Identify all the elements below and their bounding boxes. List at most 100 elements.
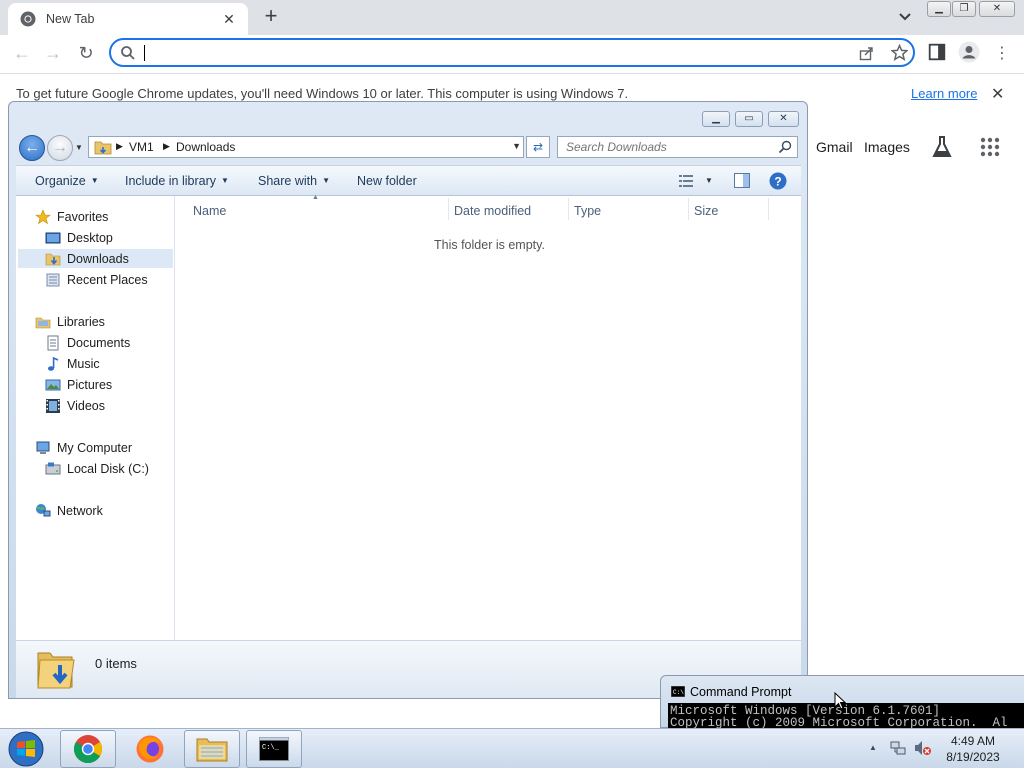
labs-flask-icon[interactable] (931, 135, 953, 159)
music-note-icon (48, 356, 59, 371)
item-count: 0 items (95, 656, 137, 671)
explorer-maximize-button[interactable]: ▭ (735, 111, 763, 127)
nav-pictures[interactable]: Pictures (45, 375, 112, 394)
network-icon (36, 503, 51, 516)
include-in-library-button[interactable]: Include in library ▼ (125, 174, 229, 188)
view-dropdown-icon[interactable]: ▼ (705, 176, 713, 185)
desktop-icon (45, 232, 61, 243)
organize-label: Organize (35, 174, 86, 188)
downloads-folder-icon (45, 253, 61, 265)
reload-icon[interactable]: ↻ (74, 41, 98, 65)
organize-button[interactable]: Organize ▼ (35, 174, 99, 188)
new-folder-button[interactable]: New folder (357, 174, 417, 188)
breadcrumb-separator-icon[interactable]: ▶ (163, 141, 170, 152)
chrome-toolbar: ← → ↻ ⋮ (0, 35, 1024, 71)
explorer-address-bar[interactable]: ▶ VM1 ▶ Downloads ▼ (88, 136, 524, 158)
tab-search-icon[interactable] (896, 8, 914, 26)
side-panel-icon[interactable] (928, 43, 946, 61)
nav-label: Documents (67, 335, 131, 350)
nav-label: Desktop (67, 230, 113, 245)
taskbar-firefox[interactable] (122, 730, 178, 768)
column-divider[interactable] (448, 198, 449, 220)
recent-places-icon (46, 273, 60, 286)
nav-network[interactable]: Network (35, 501, 103, 520)
file-list-pane[interactable]: ▲ Name Date modified Type Size This fold… (175, 194, 801, 640)
column-header-date-modified[interactable]: Date modified (454, 204, 531, 218)
chrome-icon (73, 735, 102, 764)
taskbar-command-prompt[interactable]: C:\_ (246, 730, 302, 768)
nav-downloads[interactable]: Downloads (18, 249, 173, 268)
nav-local-disk[interactable]: Local Disk (C:) (45, 459, 149, 478)
explorer-folder-icon (196, 738, 228, 762)
infobar-close-icon[interactable]: ✕ (991, 84, 1004, 104)
explorer-close-button[interactable]: ✕ (768, 111, 799, 127)
nav-music[interactable]: Music (45, 354, 100, 373)
omnibox-input[interactable] (143, 43, 843, 62)
share-with-button[interactable]: Share with ▼ (258, 174, 330, 188)
profile-avatar-icon[interactable] (958, 41, 980, 63)
column-header-type[interactable]: Type (574, 204, 601, 218)
explorer-forward-button[interactable]: → (47, 135, 73, 161)
address-dropdown-icon[interactable]: ▼ (512, 141, 521, 151)
nav-documents[interactable]: Documents (45, 333, 130, 352)
chrome-menu-icon[interactable]: ⋮ (990, 41, 1014, 65)
forward-icon[interactable]: → (41, 41, 65, 65)
view-options-icon[interactable] (679, 175, 693, 187)
google-apps-icon[interactable] (980, 137, 1000, 157)
magnifier-icon[interactable] (778, 140, 792, 154)
explorer-back-button[interactable]: ← (19, 135, 45, 161)
share-icon[interactable] (859, 45, 875, 61)
svg-text:?: ? (774, 175, 781, 189)
new-tab-button[interactable]: + (259, 5, 283, 29)
start-button-icon[interactable] (6, 730, 46, 768)
images-link[interactable]: Images (864, 139, 910, 155)
column-header-name[interactable]: Name (193, 204, 226, 218)
folder-icon (94, 141, 112, 155)
nav-label: My Computer (57, 440, 133, 455)
libraries-icon (35, 317, 51, 328)
nav-favorites[interactable]: Favorites (35, 207, 108, 226)
help-icon[interactable]: ? (769, 172, 787, 190)
downloads-folder-large-icon (37, 652, 75, 689)
nav-my-computer[interactable]: My Computer (35, 438, 132, 457)
column-divider[interactable] (568, 198, 569, 220)
column-divider[interactable] (688, 198, 689, 220)
back-icon[interactable]: ← (10, 41, 34, 65)
network-tray-icon[interactable] (890, 740, 906, 756)
column-divider[interactable] (768, 198, 769, 220)
share-label: Share with (258, 174, 318, 188)
taskbar-clock[interactable]: 4:49 AM 8/19/2023 (940, 733, 1006, 765)
omnibox[interactable] (109, 38, 915, 67)
breadcrumb-downloads[interactable]: Downloads (176, 140, 235, 154)
column-header-size[interactable]: Size (694, 204, 718, 218)
volume-muted-icon[interactable] (914, 740, 932, 756)
recent-pages-dropdown-icon[interactable]: ▼ (75, 143, 83, 152)
breadcrumb-separator-icon[interactable]: ▶ (116, 141, 123, 152)
explorer-minimize-button[interactable]: ▁ (702, 111, 730, 127)
pictures-icon (45, 379, 61, 390)
tab-close-icon[interactable]: ✕ (220, 11, 238, 28)
explorer-refresh-icon[interactable]: ⇄ (526, 136, 550, 158)
nav-libraries[interactable]: Libraries (35, 312, 105, 331)
taskbar-explorer[interactable] (184, 730, 240, 768)
show-hidden-icons-icon[interactable]: ▲ (869, 743, 877, 752)
explorer-search-input[interactable] (566, 139, 766, 155)
nav-recent-places[interactable]: Recent Places (45, 270, 148, 289)
tab-new-tab[interactable]: New Tab ✕ (8, 3, 248, 35)
preview-pane-icon[interactable] (734, 173, 750, 188)
chrome-minimize-button[interactable]: ▁ (927, 1, 951, 17)
command-prompt-icon: C:\ (671, 686, 685, 697)
bookmark-star-icon[interactable] (891, 44, 908, 61)
nav-videos[interactable]: Videos (45, 396, 105, 415)
learn-more-link[interactable]: Learn more (911, 86, 977, 101)
console-output[interactable]: Microsoft Windows [Version 6.1.7601] Copy… (668, 703, 1024, 729)
gmail-link[interactable]: Gmail (816, 139, 853, 155)
chrome-close-button[interactable]: ✕ (979, 1, 1015, 17)
nav-label: Videos (67, 398, 105, 413)
taskbar-chrome[interactable] (60, 730, 116, 768)
explorer-search-box[interactable] (557, 136, 798, 158)
chrome-restore-button[interactable]: ❐ (952, 1, 976, 17)
breadcrumb-vm1[interactable]: VM1 (129, 140, 154, 154)
chevron-down-icon: ▼ (221, 176, 229, 185)
nav-desktop[interactable]: Desktop (45, 228, 113, 247)
